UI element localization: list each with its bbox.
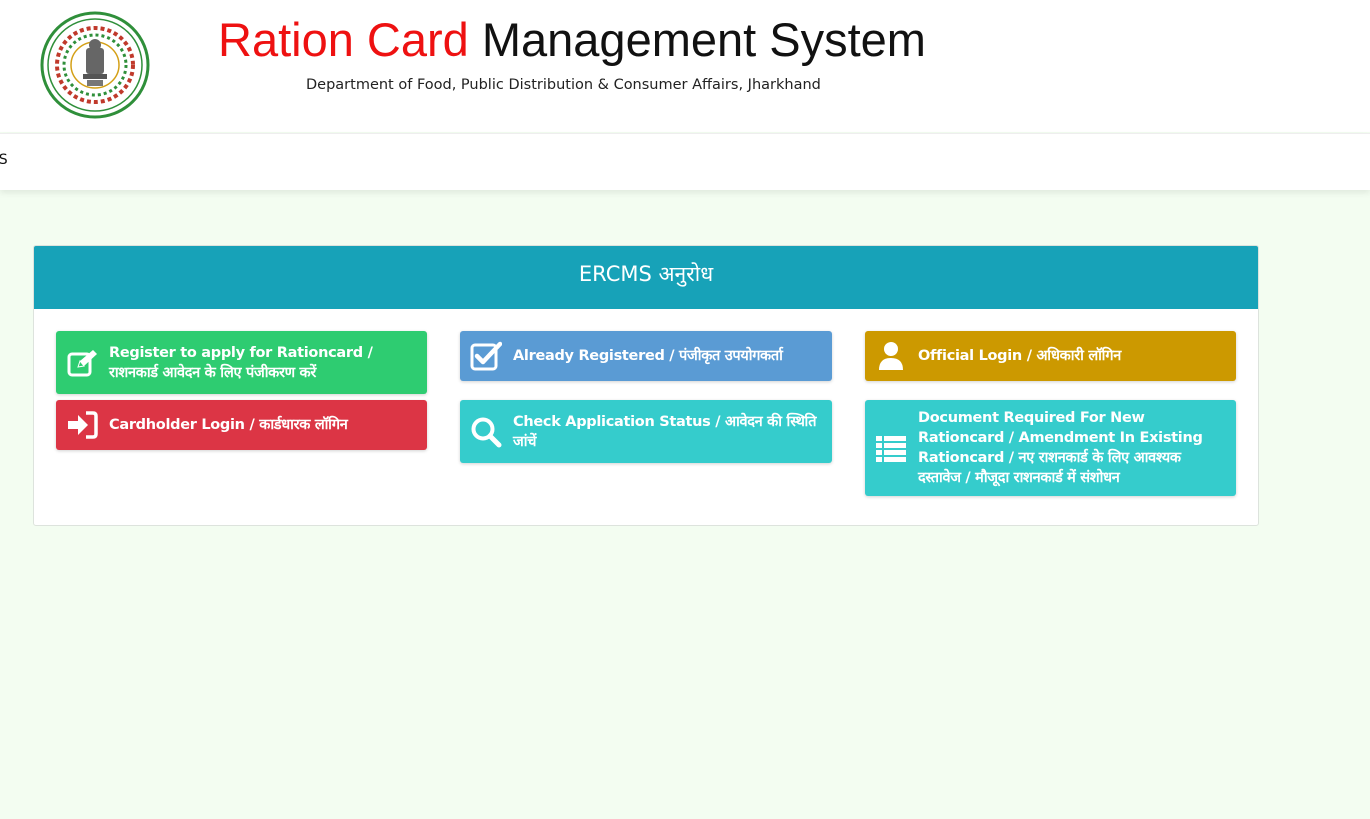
sign-in-icon	[68, 411, 98, 439]
official-login-label: Official Login / अधिकारी लॉगिन	[918, 348, 1121, 364]
already-registered-button[interactable]: Already Registered / पंजीकृत उपयोगकर्ता	[460, 331, 832, 381]
documents-required-button[interactable]: Document Required For New Rationcard / A…	[865, 400, 1236, 496]
government-emblem-icon	[40, 11, 150, 119]
check-status-label: Check Application Status / आवेदन की स्थि…	[513, 413, 817, 450]
title-highlight: Ration Card	[218, 13, 469, 66]
title-rest: Management System	[481, 13, 926, 66]
edit-icon	[67, 349, 97, 376]
official-login-button[interactable]: Official Login / अधिकारी लॉगिन	[865, 331, 1236, 381]
documents-required-label: Document Required For New Rationcard / A…	[918, 410, 1203, 486]
site-header: Ration Card Management System Department…	[0, 0, 1370, 132]
cardholder-login-label: Cardholder Login / कार्डधारक लॉगिन	[109, 417, 348, 433]
check-status-button[interactable]: Check Application Status / आवेदन की स्थि…	[460, 400, 832, 463]
user-icon	[879, 342, 903, 370]
check-square-icon	[470, 341, 502, 371]
cardholder-login-button[interactable]: Cardholder Login / कार्डधारक लॉगिन	[56, 400, 427, 450]
list-icon	[876, 436, 906, 462]
already-registered-label: Already Registered / पंजीकृत उपयोगकर्ता	[513, 348, 783, 364]
register-button-label: Register to apply for Rationcard / राशनक…	[109, 344, 373, 381]
page-subtitle: Department of Food, Public Distribution …	[306, 77, 821, 93]
ercms-panel: ERCMS अनुरोध Register to apply for Ratio…	[33, 245, 1259, 526]
panel-heading: ERCMS अनुरोध	[34, 246, 1258, 309]
nav-item[interactable]: DS	[0, 152, 8, 168]
search-icon	[471, 417, 502, 447]
page-title: Ration Card Management System	[218, 12, 926, 68]
register-button[interactable]: Register to apply for Rationcard / राशनक…	[56, 331, 427, 394]
main-navbar: DS	[0, 133, 1370, 190]
